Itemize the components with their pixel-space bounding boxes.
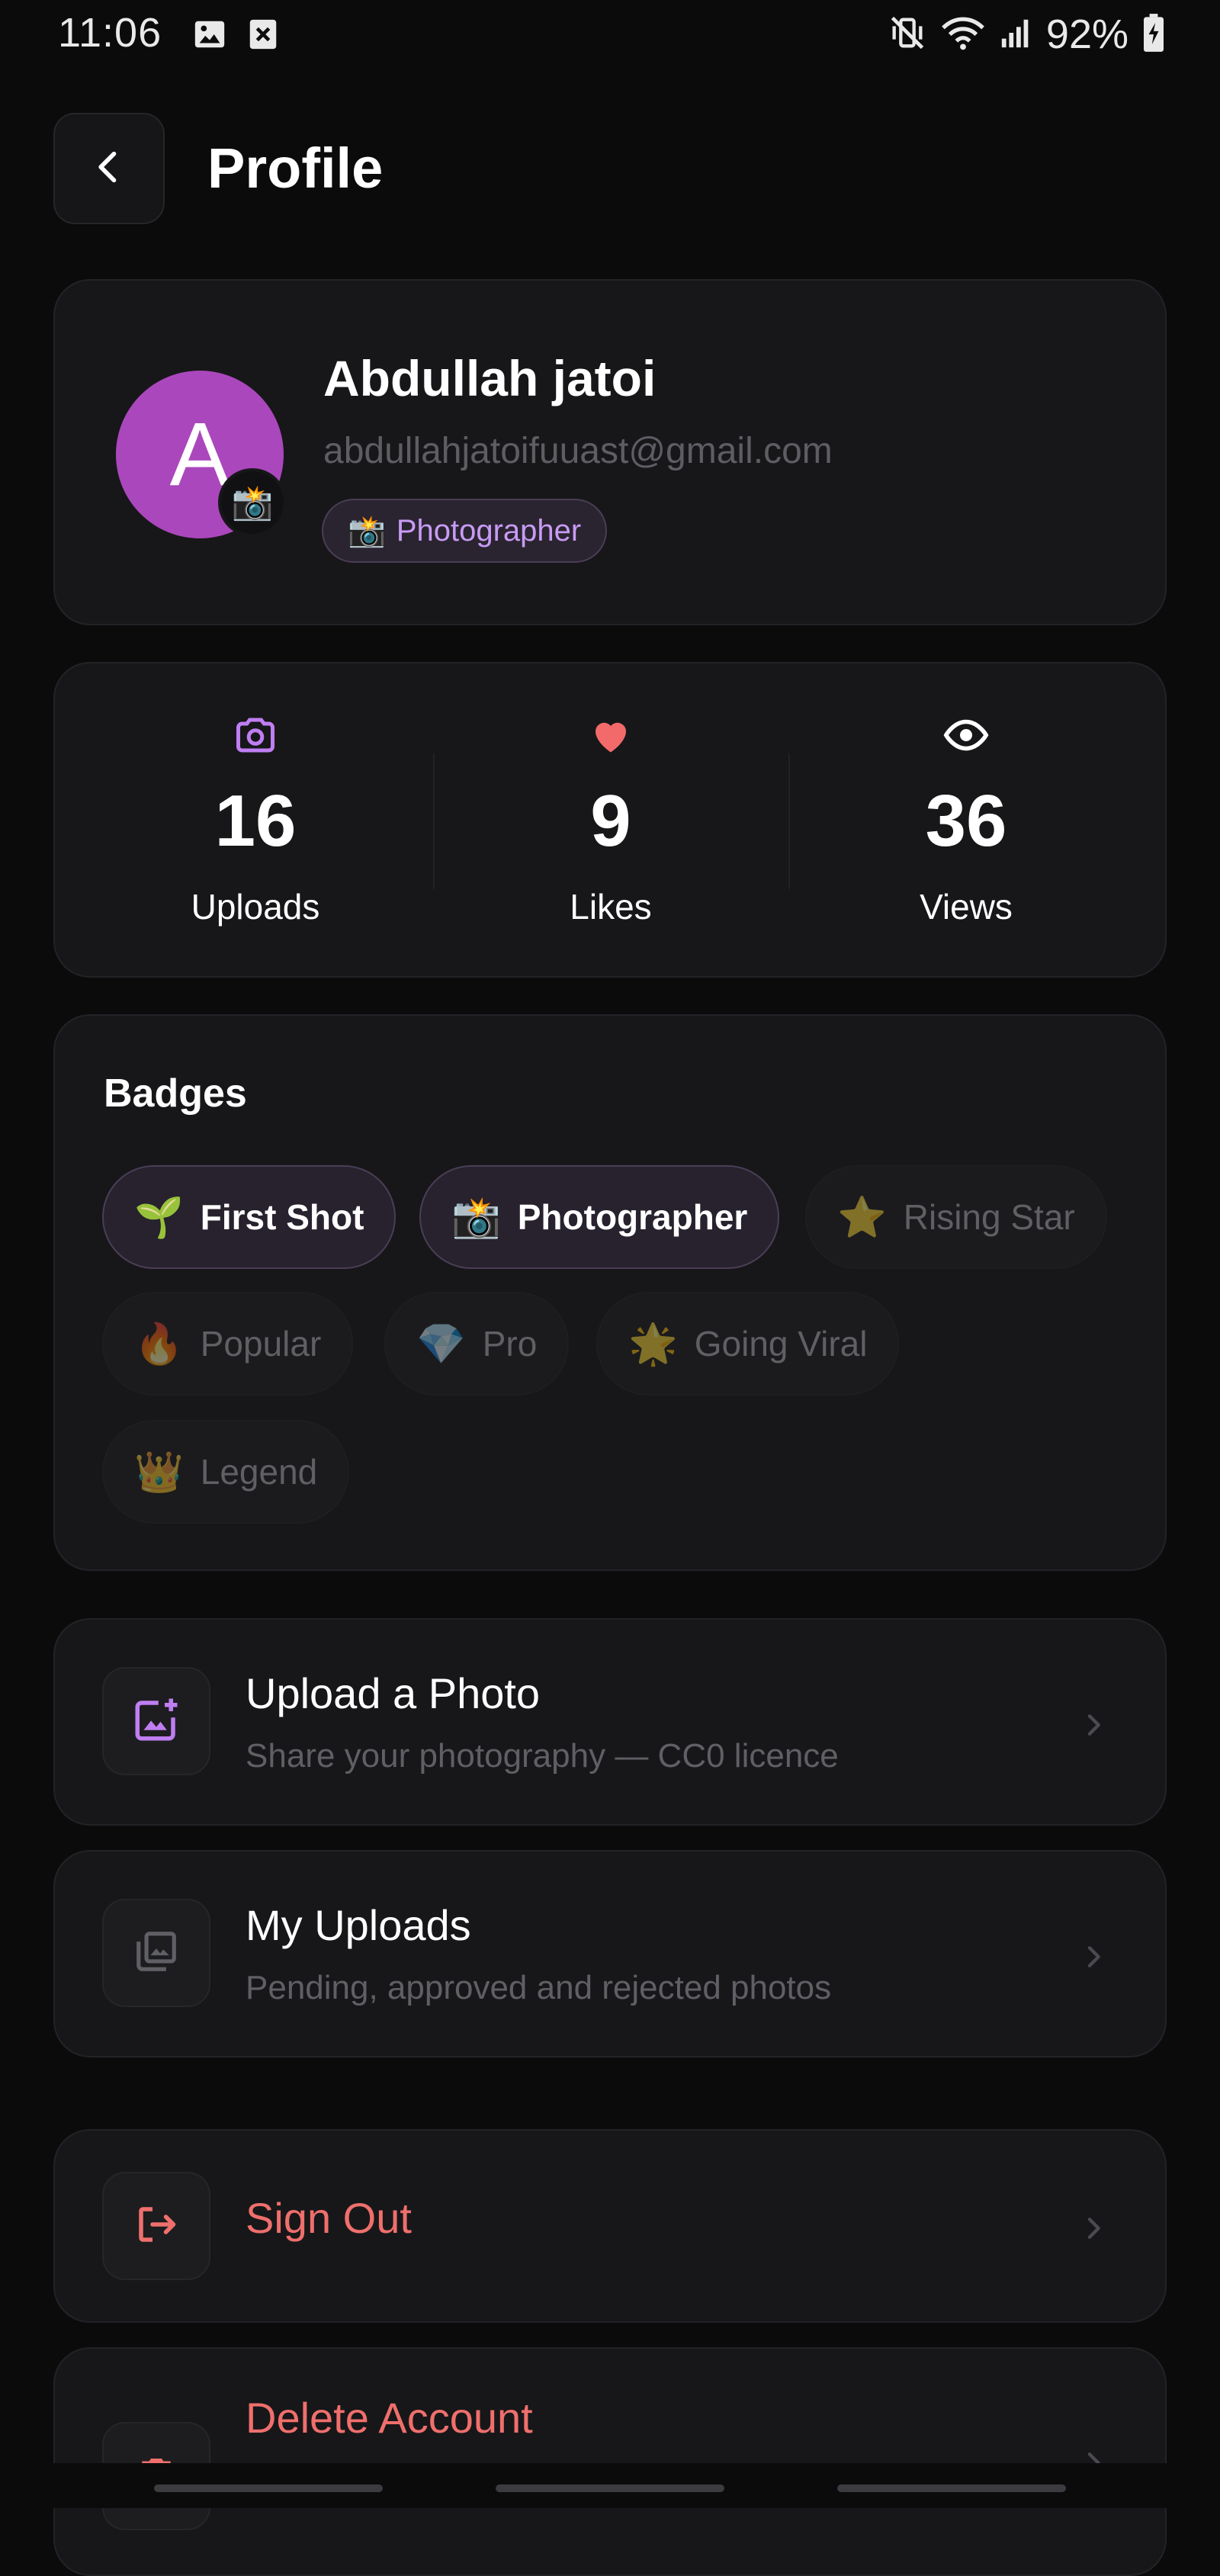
chevron-left-icon (89, 147, 129, 191)
glowing-star-icon: 🌟 (628, 1322, 678, 1367)
wifi-icon (939, 13, 987, 56)
sign-out-item[interactable]: Sign Out (53, 2129, 1167, 2323)
crown-icon: 👑 (134, 1450, 184, 1495)
badge-rising-star[interactable]: ⭐ Rising Star (805, 1165, 1107, 1269)
camera-flash-emoji-icon: 📸 (348, 514, 386, 548)
badge-label: First Shot (200, 1197, 364, 1237)
badge-label: Legend (200, 1452, 318, 1492)
back-button[interactable] (53, 113, 165, 224)
heart-icon (588, 712, 634, 762)
avatar-camera-badge: 📸 (218, 468, 287, 537)
status-bar: 11:06 92% (0, 0, 1220, 70)
menu-icon-box (102, 1667, 210, 1775)
menu-icon-box (102, 1899, 210, 2007)
camera-icon (233, 712, 278, 762)
badge-label: Pro (482, 1324, 538, 1363)
stat-label: Likes (570, 887, 652, 927)
badge-label: Going Viral (694, 1324, 868, 1363)
menu-title: Upload a Photo (246, 1669, 541, 1717)
badge-label: Rising Star (903, 1197, 1075, 1237)
menu-icon-box (102, 2172, 210, 2280)
fire-icon: 🔥 (134, 1322, 184, 1367)
menu-title: Delete Account (246, 2394, 533, 2442)
badges-card: Badges 🌱 First Shot 📸 Photographer ⭐ Ris… (53, 1014, 1167, 1571)
seedling-icon: 🌱 (134, 1195, 184, 1240)
eye-icon (942, 712, 990, 762)
battery-percent: 92% (1045, 11, 1128, 57)
stat-value: 36 (925, 780, 1007, 862)
status-right: 92% (888, 11, 1167, 58)
chevron-right-icon (1078, 1942, 1109, 1976)
badges-title: Badges (104, 1071, 247, 1116)
blocked-notification-icon (246, 17, 281, 56)
gallery-icon (192, 17, 227, 56)
delete-account-item[interactable]: Delete Account (53, 2347, 1167, 2576)
star-icon: ⭐ (837, 1195, 887, 1240)
role-label: Photographer (396, 513, 582, 548)
badge-going-viral[interactable]: 🌟 Going Viral (596, 1292, 900, 1396)
chevron-right-icon (1078, 1710, 1109, 1744)
nav-home-handle[interactable] (496, 2484, 724, 2492)
profile-card: A 📸 Abdullah jatoi abdullahjatoifuuast@g… (53, 279, 1167, 625)
badge-label: Popular (200, 1324, 322, 1363)
status-left-icons (192, 17, 281, 56)
camera-flash-emoji-icon: 📸 (231, 484, 274, 522)
signal-icon (999, 15, 1034, 54)
badge-popular[interactable]: 🔥 Popular (102, 1292, 354, 1396)
stat-label: Views (920, 887, 1013, 927)
page-title: Profile (207, 137, 384, 200)
photo-library-icon (133, 1928, 180, 1979)
badge-legend[interactable]: 👑 Legend (102, 1420, 350, 1524)
nav-recents-handle[interactable] (154, 2484, 383, 2492)
menu-subtitle: Share your photography — CC0 licence (246, 1737, 839, 1775)
system-navigation-bar (0, 2463, 1220, 2508)
stat-label: Uploads (191, 887, 320, 927)
upload-photo-item[interactable]: Upload a Photo Share your photography — … (53, 1618, 1167, 1826)
chevron-right-icon (1078, 2213, 1109, 2247)
profile-name: Abdullah jatoi (323, 350, 657, 406)
menu-title: My Uploads (246, 1901, 471, 1949)
badge-first-shot[interactable]: 🌱 First Shot (102, 1165, 396, 1269)
profile-email: abdullahjatoifuuast@gmail.com (323, 431, 833, 471)
stat-likes: 9 Likes (433, 663, 788, 979)
battery-charging-icon (1141, 13, 1167, 56)
stat-views: 36 Views (788, 663, 1144, 979)
mute-vibrate-icon (888, 13, 927, 56)
stat-value: 9 (590, 780, 631, 862)
my-uploads-item[interactable]: My Uploads Pending, approved and rejecte… (53, 1850, 1167, 2057)
stats-card: 16 Uploads 9 Likes 36 Views (53, 662, 1167, 978)
stat-value: 16 (214, 780, 297, 862)
badge-pro[interactable]: 💎 Pro (384, 1292, 570, 1396)
menu-title: Sign Out (246, 2194, 412, 2242)
camera-flash-emoji-icon: 📸 (451, 1195, 501, 1240)
status-time: 11:06 (58, 10, 162, 56)
role-chip: 📸 Photographer (322, 499, 608, 563)
logout-icon (133, 2202, 179, 2251)
menu-subtitle: Pending, approved and rejected photos (246, 1969, 832, 2006)
stat-uploads: 16 Uploads (78, 663, 433, 979)
diamond-icon: 💎 (416, 1322, 466, 1367)
badge-photographer[interactable]: 📸 Photographer (419, 1165, 780, 1269)
badge-label: Photographer (517, 1197, 748, 1237)
add-photo-icon (131, 1694, 181, 1749)
nav-back-handle[interactable] (837, 2484, 1066, 2492)
